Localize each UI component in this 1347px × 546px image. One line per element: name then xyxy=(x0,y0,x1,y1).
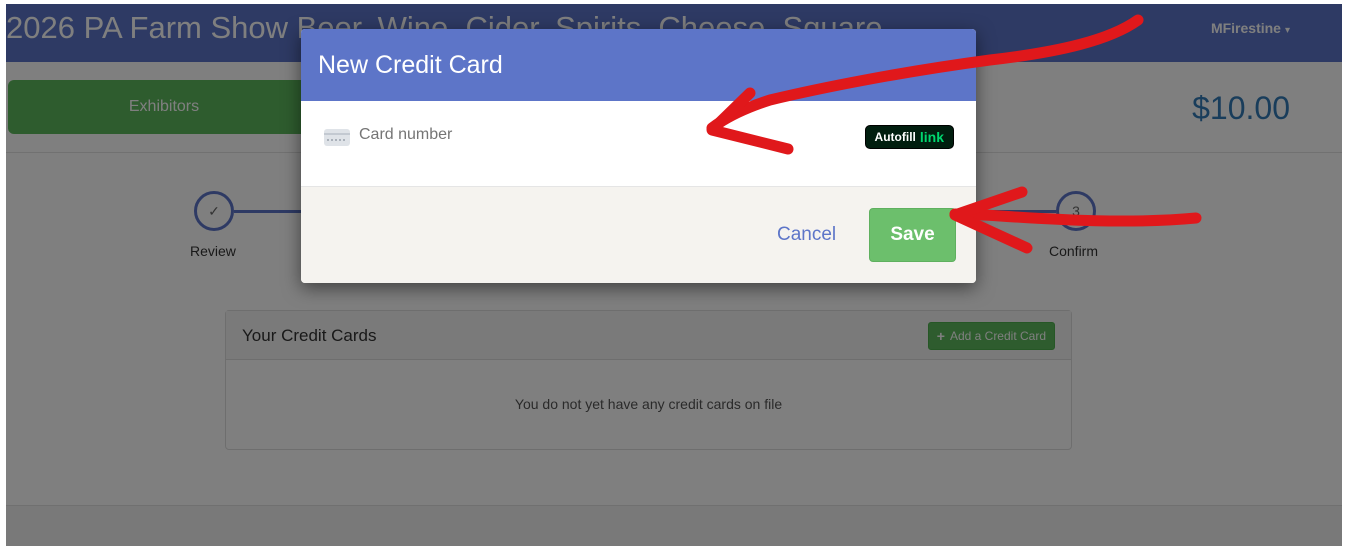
cancel-button[interactable]: Cancel xyxy=(777,224,836,246)
card-number-input[interactable] xyxy=(359,126,659,144)
new-credit-card-modal: New Credit Card Autofill link Cancel Sav… xyxy=(301,29,976,283)
modal-header: New Credit Card xyxy=(301,29,976,101)
modal-footer: Cancel Save xyxy=(301,187,976,283)
save-button[interactable]: Save xyxy=(869,208,956,262)
credit-card-icon xyxy=(324,129,350,146)
modal-body: Autofill link xyxy=(301,101,976,187)
app-root: 2026 PA Farm Show Beer, Wine, Cider, Spi… xyxy=(6,4,1342,546)
autofill-text: Autofill xyxy=(874,130,916,144)
autofill-link-button[interactable]: Autofill link xyxy=(864,125,954,149)
modal-title: New Credit Card xyxy=(318,51,503,79)
link-logo-text: link xyxy=(919,129,944,145)
